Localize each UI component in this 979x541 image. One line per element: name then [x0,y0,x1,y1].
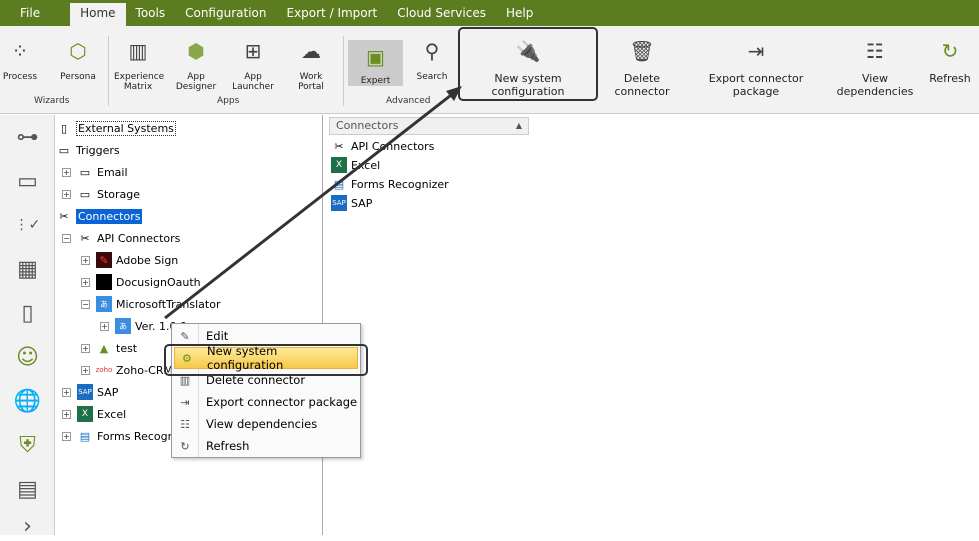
annotation-arrow [164,86,462,320]
